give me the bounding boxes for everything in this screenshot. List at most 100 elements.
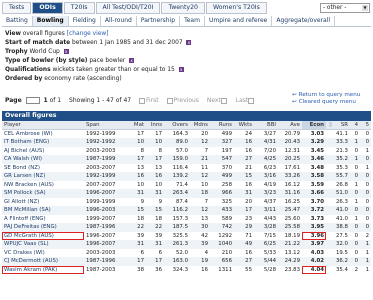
cell-bbi: 4/31 (254, 138, 278, 147)
tab-partnership[interactable]: Partnership (137, 16, 181, 26)
cell-bbi: 3/27 (263, 131, 276, 137)
tab-womens-t20is[interactable]: Women's T20Is (205, 2, 267, 14)
cell-player[interactable]: GD McGrath (AUS) (2, 231, 84, 240)
remove-filter-icon[interactable]: x (63, 49, 69, 54)
cell-player[interactable]: BM McMillan (SA) (2, 206, 84, 215)
cell-econ: 3.70 (310, 198, 324, 205)
cleared-query-link[interactable]: ↩ Cleared query menu (292, 99, 372, 106)
cell-4w: 0 (350, 206, 360, 215)
cell-mdns: 11 (201, 164, 208, 171)
cell-player[interactable]: NW Bracken (AUS) (2, 181, 84, 190)
cell-player[interactable]: CEL Ambrose (WI) (2, 130, 84, 139)
col-mdns[interactable]: Mdns (190, 121, 210, 130)
tab-team[interactable]: Team (180, 16, 205, 26)
cell-player[interactable]: A Flintoff (ENG) (2, 215, 84, 224)
cell-econ: 3.97 (302, 240, 326, 249)
sort-ascending-icon (329, 122, 332, 127)
col-bbi[interactable]: BBI (254, 121, 278, 130)
cell-mat: 13 (137, 164, 144, 171)
cell-player[interactable]: PAJ DeFreitas (ENG) (2, 223, 84, 232)
cell-span: 1992-1999 (86, 131, 116, 137)
col-span[interactable]: Span (84, 121, 128, 130)
cell-sr: 51.0 (332, 189, 350, 198)
cell-econ: 3.73 (310, 215, 324, 222)
col-inns[interactable]: Inns (146, 121, 164, 130)
cell-player[interactable]: CA Walsh (WI) (2, 155, 84, 164)
table-row: SE Bond (NZ) 2003-2007 13 13 116.4 11 370 21 6/2… (2, 164, 371, 173)
tab-tests[interactable]: Tests (2, 2, 32, 14)
cell-4w: 0 (354, 249, 358, 256)
col-4w[interactable]: 4 (350, 121, 360, 130)
tab-odis[interactable]: ODIs (32, 2, 63, 14)
cell-5w: 0 (365, 131, 369, 137)
cell-5w: 1 (365, 266, 369, 273)
tab-t20is[interactable]: T20Is (63, 2, 95, 14)
tab-umpire-referee[interactable]: Umpire and referee (205, 16, 273, 26)
first-page-button[interactable]: First (139, 97, 159, 104)
col-ave[interactable]: Ave (278, 121, 302, 130)
cell-player[interactable]: AJ Bichel (AUS) (2, 147, 84, 156)
ordered-by-row: Ordered by economy rate (ascending) (5, 75, 305, 84)
cell-overs: 139.2 (164, 172, 190, 181)
cell-ave: 21.22 (278, 240, 302, 249)
cell-ave: 25.58 (278, 223, 302, 232)
cell-player[interactable]: IT Botham (ENG) (2, 138, 84, 147)
col-runs[interactable]: Runs (210, 121, 234, 130)
remove-filter-icon[interactable]: x (129, 58, 135, 63)
tab-fielding[interactable]: Fielding (69, 16, 101, 26)
tab-twenty20[interactable]: Twenty20 (161, 2, 205, 14)
col-mat[interactable]: Mat (128, 121, 146, 130)
cell-player[interactable]: WPUJC Vaas (SL) (2, 240, 84, 249)
cell-span: 1987-1996 (84, 223, 128, 232)
cell-player[interactable]: CJ McDermott (AUS) (2, 257, 84, 266)
col-5w[interactable]: 5 (360, 121, 371, 130)
start-date-row: Start of match date between 1 Jan 1985 a… (5, 39, 305, 48)
remove-filter-icon[interactable]: x (186, 40, 192, 45)
other-format-select[interactable]: - other - ▼ (320, 3, 370, 13)
cell-player[interactable]: VC Drakes (WI) (2, 249, 84, 258)
cell-runs: 327 (210, 138, 234, 147)
cell-inns: 8 (158, 147, 162, 154)
tab-bowling[interactable]: Bowling (32, 16, 69, 26)
cell-runs: 197 (221, 147, 232, 154)
col-sr[interactable]: SR (332, 121, 350, 130)
cell-inns: 10 (155, 181, 162, 188)
tab-all-formats[interactable]: All Test/ODI/T20I (95, 2, 161, 14)
change-view-link[interactable]: [change view] (67, 31, 109, 37)
cell-mdns: 20 (201, 131, 208, 137)
cell-ave: 25.60 (284, 215, 300, 222)
remove-filter-icon[interactable]: x (178, 67, 184, 72)
tab-all-round[interactable]: All-round (101, 16, 137, 26)
page-input[interactable] (25, 97, 40, 104)
cell-player[interactable]: GR Larsen (NZ) (2, 172, 84, 181)
tab-aggregate-overall[interactable]: Aggregate/overall (272, 16, 336, 26)
tab-batting[interactable]: Batting (2, 16, 33, 26)
cell-span: 1992-1992 (84, 138, 128, 147)
cell-sr: 41.0 (332, 206, 350, 215)
col-player[interactable]: Player (2, 121, 84, 130)
col-econ[interactable]: Econ (302, 121, 326, 130)
cell-bbi: 3/23 (254, 189, 278, 198)
return-query-link[interactable]: ↩ Return to query menu (292, 92, 372, 99)
cell-5w: 2 (365, 232, 369, 239)
cell-sr: 55.7 (332, 172, 350, 181)
cell-bbi: 7/20 (263, 147, 276, 154)
table-row: GR Larsen (NZ) 1992-1999 16 16 139.2 12 499 15 3… (2, 172, 371, 181)
cell-player[interactable]: GI Allott (NZ) (2, 198, 84, 207)
cell-player[interactable]: SE Bond (NZ) (2, 164, 84, 173)
col-wkts[interactable]: Wkts (234, 121, 254, 130)
cell-ave: 20.25 (278, 155, 302, 164)
cell-mdns: 21 (190, 155, 210, 164)
cell-player[interactable]: SM Pollock (SA) (2, 189, 84, 198)
cell-ave: 25.47 (278, 206, 302, 215)
col-overs[interactable]: Overs (164, 121, 190, 130)
previous-page-button[interactable]: Previous (166, 97, 199, 104)
cell-player[interactable]: Wasim Akram (PAK) (2, 265, 84, 274)
cell-overs: 163.0 (164, 257, 190, 266)
next-page-button[interactable]: Next (207, 97, 228, 104)
ordered-by-value: economy rate (ascending) (44, 76, 122, 82)
cell-sr: 21.3 (335, 147, 348, 154)
last-page-button[interactable]: Last (236, 97, 256, 104)
cell-sr: 19.5 (335, 249, 348, 256)
table-title: Overall figures (2, 111, 371, 121)
